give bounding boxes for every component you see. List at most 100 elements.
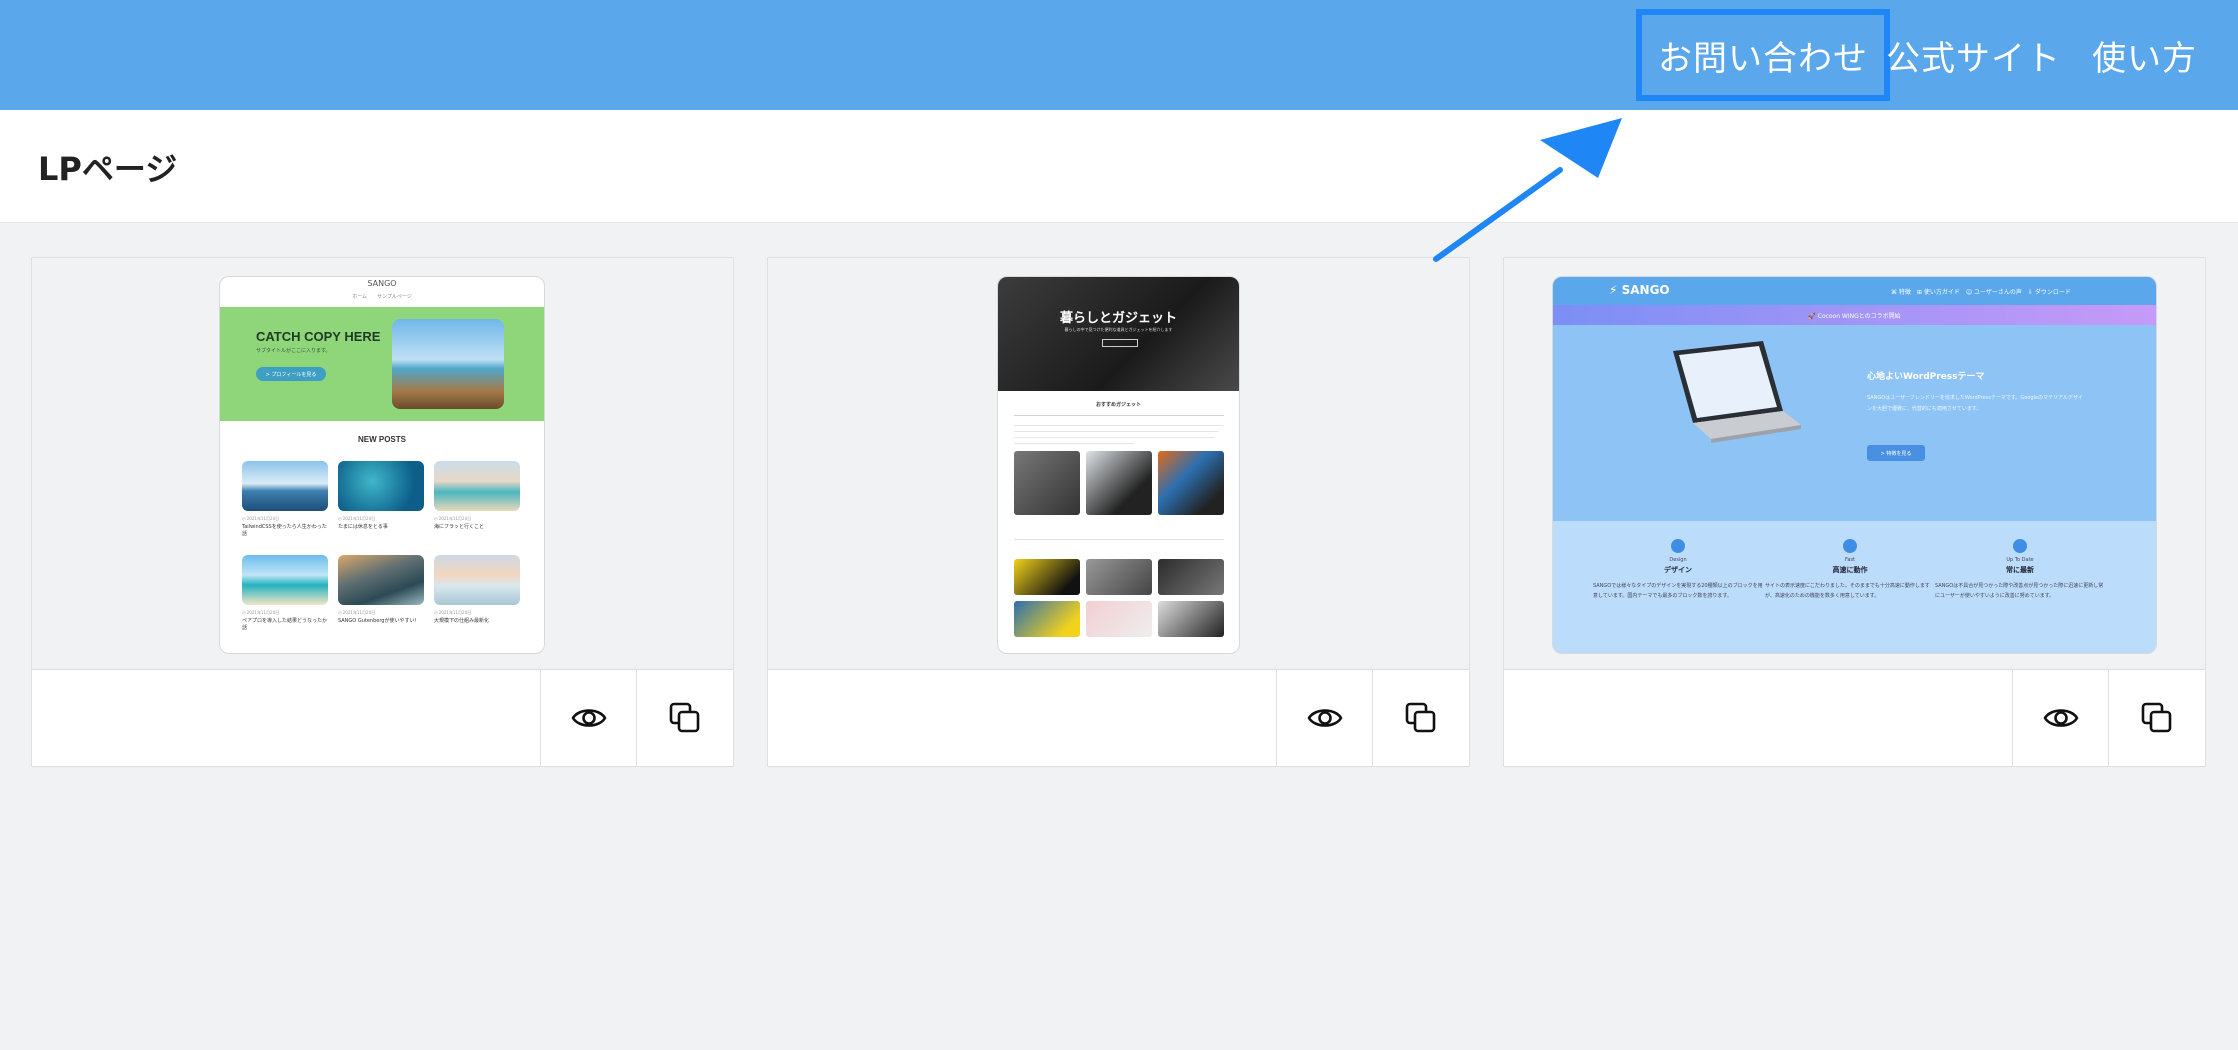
duplicate-button[interactable] <box>2108 670 2205 766</box>
post-date: ◷ 2021年11月24日 <box>338 610 376 615</box>
post-title: 大規模下の仕組み最新化 <box>434 618 490 624</box>
gallery-image <box>1158 451 1224 515</box>
preview-logo: ⚡ SANGO <box>1609 283 1670 297</box>
eye-icon <box>1307 709 1343 727</box>
preview-subtitle: 暮らしの中で見つけた便利な道具とガジェットを紹介します <box>1064 327 1173 332</box>
template-card-1: SANGO ホーム サンプルページ CATCH COPY HERE サブタイトル… <box>31 257 734 767</box>
check-circle-icon <box>2013 539 2027 553</box>
post-title: ペアプロを導入した結果どうなったか話 <box>242 618 328 631</box>
eye-icon <box>2043 709 2079 727</box>
gallery-image <box>1014 451 1080 515</box>
eye-icon <box>571 709 607 727</box>
gallery-image <box>1014 559 1080 595</box>
top-header: お問い合わせ 公式サイト 使い方 <box>0 0 2238 110</box>
card-name-area <box>1504 670 2012 766</box>
preview-section-title: おすすめガジェット <box>1095 402 1141 408</box>
feature-title: 高速に動作 <box>1832 566 1868 574</box>
preview-button[interactable] <box>1276 670 1373 766</box>
post-image <box>338 461 424 511</box>
page-title: LPページ <box>38 150 178 188</box>
post-image <box>434 461 520 511</box>
preview-banner: 🚀 Cocoon WINGとのコラボ開始 <box>1553 305 2156 325</box>
gallery-image <box>1158 601 1224 637</box>
card-name-area <box>32 670 540 766</box>
divider <box>1014 415 1224 416</box>
post-title: たまには休息をとる事 <box>338 524 388 530</box>
post-date: ◷ 2021年11月24日 <box>242 610 280 615</box>
preview-button[interactable] <box>540 670 637 766</box>
preview-hero-image <box>392 319 504 409</box>
preview-feature: Fast 高速に動作 サイトの表示速度にこだわりました。そのままでも十分高速に動… <box>1765 539 1935 601</box>
feature-desc: SANGOでは様々なタイプのデザインを実現する20種類以上のブロックを用意してい… <box>1593 583 1763 599</box>
post-image <box>434 555 520 605</box>
text-line <box>1014 437 1214 438</box>
post-date: ◷ 2021年11月24日 <box>242 516 280 521</box>
preview-post: ◷ 2021年11月24日 SANGO Gutenbergが使いやすい！ <box>338 555 424 625</box>
preview-menu: ホーム サンプルページ <box>352 294 412 300</box>
rocket-icon <box>1843 539 1857 553</box>
gallery-image <box>1086 451 1152 515</box>
post-date: ◷ 2021年11月24日 <box>434 610 472 615</box>
preview-title: 心地よいWordPressテーマ <box>1867 372 1985 382</box>
tab-line <box>1014 539 1224 540</box>
preview-feature: Up To Date 常に最新 SANGOは不具合が見つかった際や改善点が見つか… <box>1935 539 2105 601</box>
post-title: TailwindCSSを使ったら人生かわった話 <box>242 524 327 537</box>
nav-official-site-link[interactable]: 公式サイト <box>1886 0 2061 110</box>
preview-button: > 特徴を見る <box>1867 445 1925 461</box>
gallery-image <box>1158 559 1224 595</box>
preview-post: ◷ 2021年11月24日 TailwindCSSを使ったら人生かわった話 <box>242 461 328 538</box>
feature-desc: サイトの表示速度にこだわりました。そのままでも十分高速に動作しますが、高速化のた… <box>1765 583 1930 599</box>
preview-brand: SANGO <box>367 279 397 288</box>
gallery-image <box>1086 601 1152 637</box>
preview-button: > プロフィールを見る <box>256 367 326 381</box>
template-card-3: ⚡ SANGO ⌘ 特徴 ⊞ 使い方ガイド ☺ ユーザーさんの声 ⇩ ダウンロー… <box>1503 257 2206 767</box>
copy-icon <box>1405 702 1436 733</box>
feature-title: 常に最新 <box>2006 566 2034 574</box>
template-card-2: 暮らしとガジェット 暮らしの中で見つけた便利な道具とガジェットを紹介します おす… <box>767 257 1470 767</box>
preview-post: ◷ 2021年11月24日 海にフラッと行くこと <box>434 461 520 531</box>
template-preview[interactable]: 暮らしとガジェット 暮らしの中で見つけた便利な道具とガジェットを紹介します おす… <box>768 258 1469 670</box>
post-date: ◷ 2021年11月24日 <box>434 516 472 521</box>
preview-hero <box>1553 325 2156 521</box>
post-image <box>338 555 424 605</box>
feature-desc: SANGOは不具合が見つかった際や改善点が見つかった際に迅速に更新し常にユーザー… <box>1935 583 2104 599</box>
preview-subtitle: サブタイトルがここに入ります。 <box>256 348 331 354</box>
preview-title: 暮らしとガジェット <box>1059 311 1177 326</box>
preview-text: SANGOはユーザーフレンドリーを追求したWordPressテーマです。Goog… <box>1867 395 2083 412</box>
preview-feature: Design デザイン SANGOでは様々なタイプのデザインを実現する20種類以… <box>1593 539 1763 601</box>
brush-icon <box>1671 539 1685 553</box>
post-image <box>242 461 328 511</box>
post-date: ◷ 2021年11月24日 <box>338 516 376 521</box>
template-preview[interactable]: ⚡ SANGO ⌘ 特徴 ⊞ 使い方ガイド ☺ ユーザーさんの声 ⇩ ダウンロー… <box>1504 258 2205 670</box>
preview-thumbnail: SANGO ホーム サンプルページ CATCH COPY HERE サブタイトル… <box>219 276 545 654</box>
preview-menu: ⌘ 特徴 ⊞ 使い方ガイド ☺ ユーザーさんの声 ⇩ ダウンロード <box>1891 289 2071 296</box>
preview-post: ◷ 2021年11月24日 たまには休息をとる事 <box>338 461 424 531</box>
laptop-illustration <box>1673 341 1801 443</box>
preview-button[interactable] <box>2012 670 2109 766</box>
copy-icon <box>2141 702 2172 733</box>
text-line <box>1014 425 1224 426</box>
template-preview[interactable]: SANGO ホーム サンプルページ CATCH COPY HERE サブタイトル… <box>32 258 733 670</box>
text-line <box>1014 443 1134 444</box>
preview-button <box>1102 339 1138 347</box>
preview-post: ◷ 2021年11月24日 ペアプロを導入した結果どうなったか話 <box>242 555 328 632</box>
nav-how-to-link[interactable]: 使い方 <box>2092 0 2197 110</box>
preview-post: ◷ 2021年11月24日 大規模下の仕組み最新化 <box>434 555 520 625</box>
duplicate-button[interactable] <box>1372 670 1469 766</box>
duplicate-button[interactable] <box>636 670 733 766</box>
card-name-area <box>768 670 1276 766</box>
text-line <box>1014 431 1219 432</box>
preview-hero <box>998 277 1239 391</box>
page-title-bar: LPページ <box>0 110 2238 223</box>
card-footer <box>1504 670 2205 766</box>
gallery-image <box>1014 601 1080 637</box>
post-image <box>242 555 328 605</box>
feature-title: デザイン <box>1664 566 1692 574</box>
feature-en: Up To Date <box>2006 557 2034 563</box>
nav-contact-link[interactable]: お問い合わせ <box>1636 9 1890 101</box>
preview-catch-copy: CATCH COPY HERE <box>256 329 381 344</box>
post-title: 海にフラッと行くこと <box>434 524 485 530</box>
card-footer <box>768 670 1469 766</box>
preview-thumbnail: 暮らしとガジェット 暮らしの中で見つけた便利な道具とガジェットを紹介します おす… <box>997 276 1240 654</box>
preview-thumbnail: ⚡ SANGO ⌘ 特徴 ⊞ 使い方ガイド ☺ ユーザーさんの声 ⇩ ダウンロー… <box>1552 276 2157 654</box>
